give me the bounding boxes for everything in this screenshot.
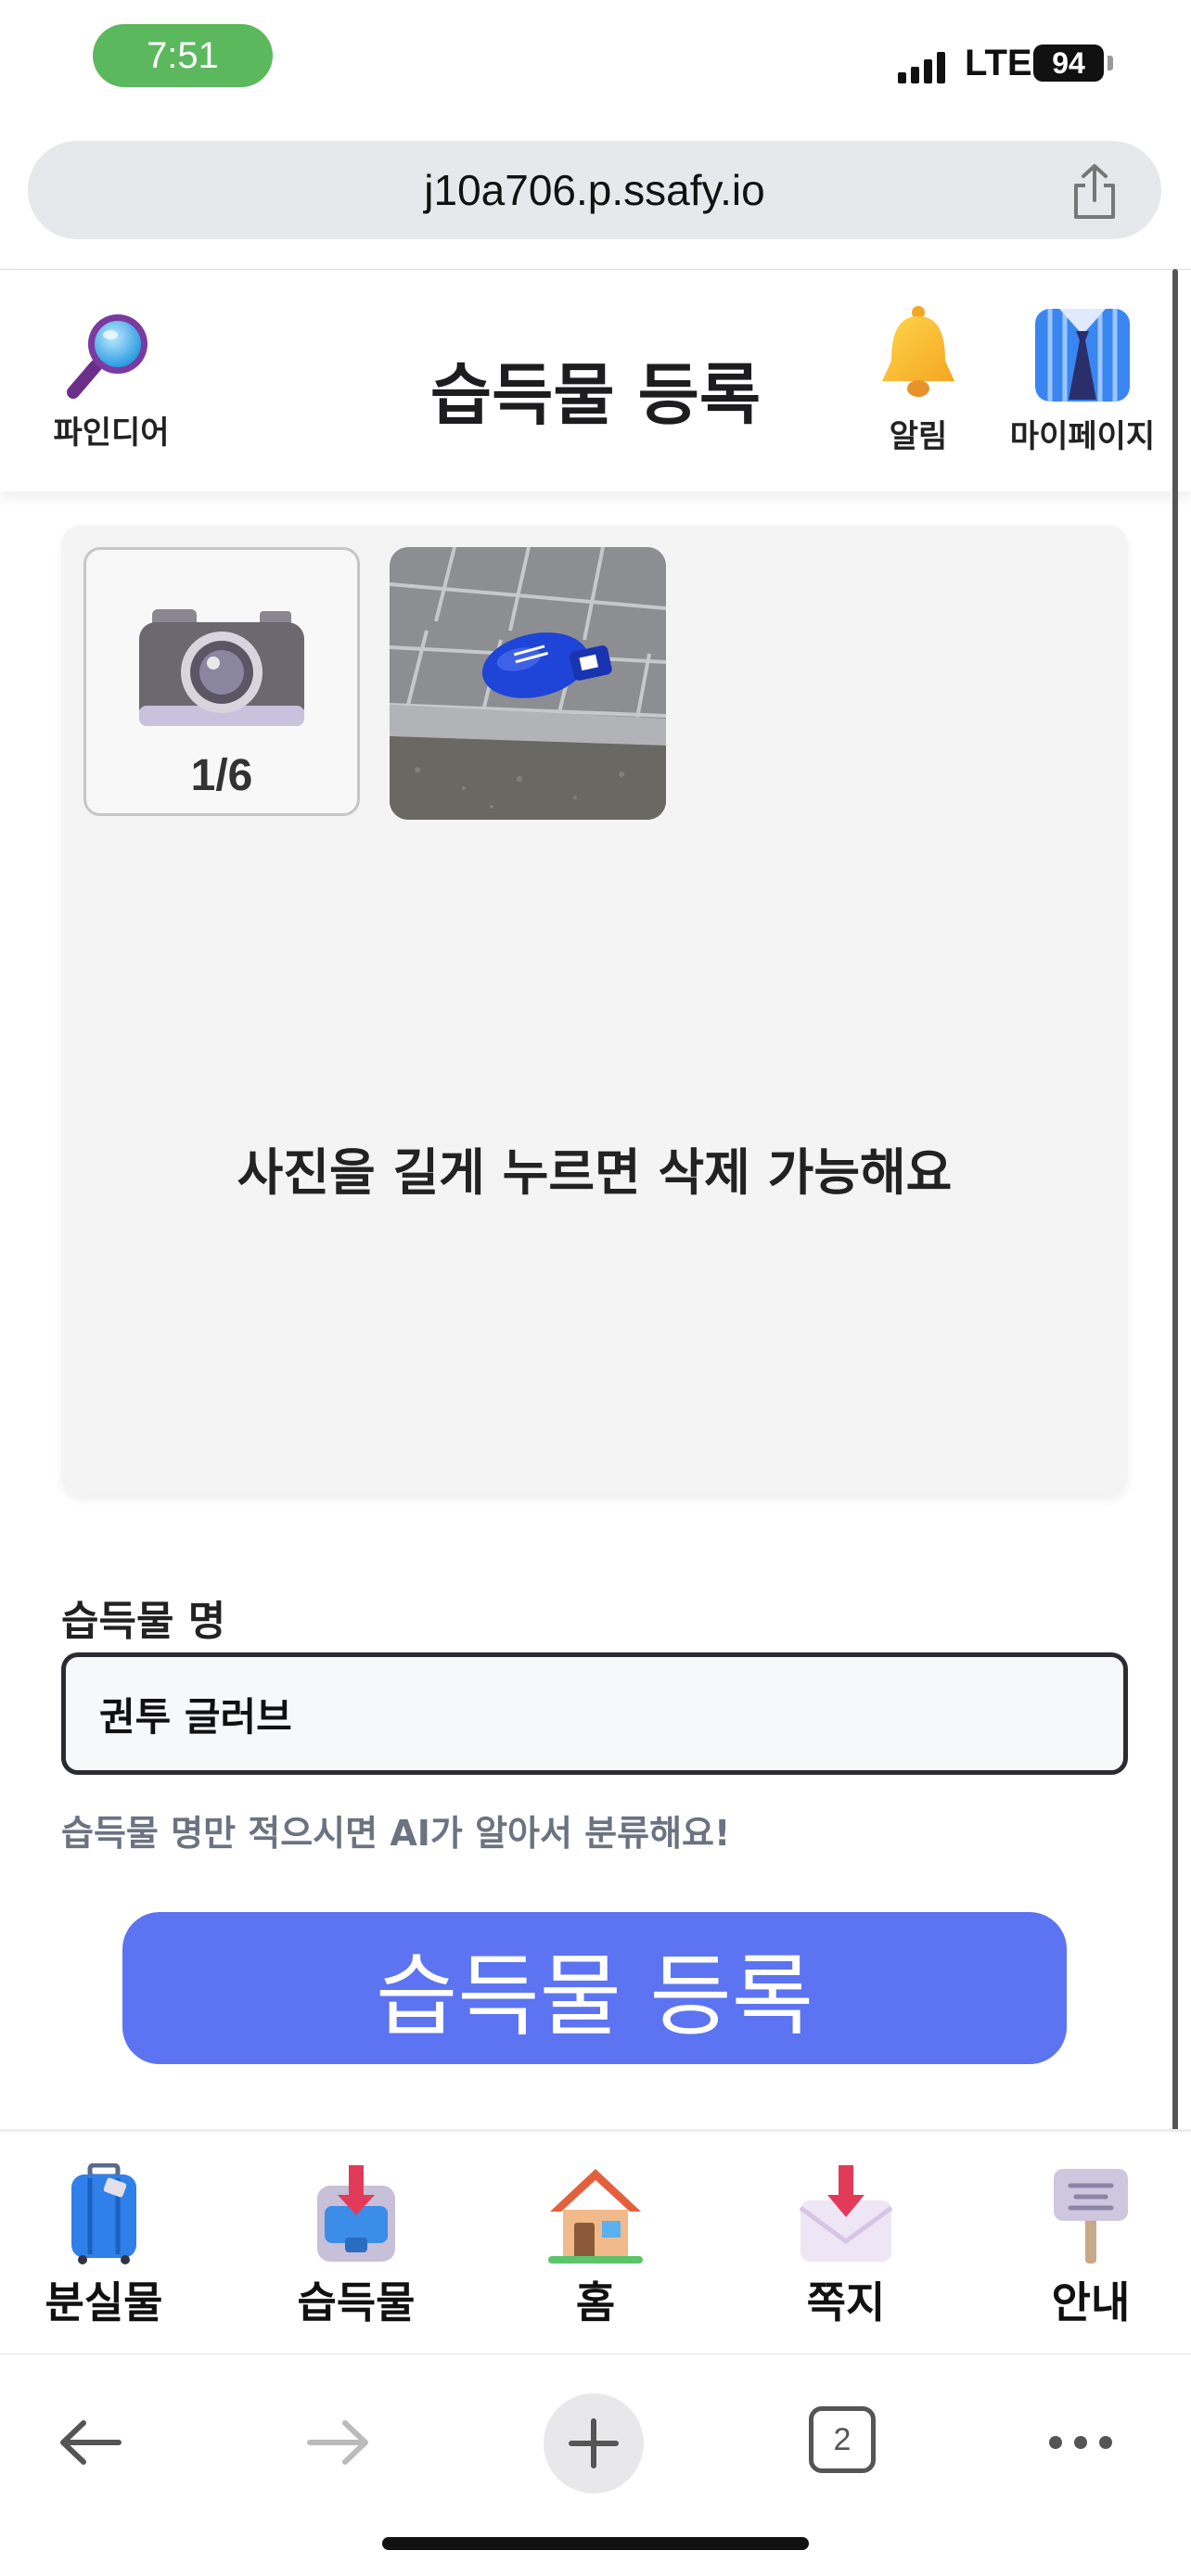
forward-button[interactable] [297, 2401, 380, 2484]
url-text[interactable]: j10a706.p.ssafy.io [28, 141, 1161, 239]
more-button[interactable] [1039, 2410, 1122, 2475]
bell-icon [882, 306, 954, 397]
camera-icon [139, 609, 304, 726]
page-scrollbar[interactable] [1172, 269, 1178, 2188]
item-name-input[interactable] [61, 1652, 1128, 1775]
submit-button[interactable]: 습득물 등록 [122, 1912, 1067, 2064]
address-bar[interactable]: j10a706.p.ssafy.io [28, 141, 1161, 239]
network-label: LTE [965, 43, 1032, 83]
mypage-label: 마이페이지 [1009, 418, 1156, 455]
bottom-nav: 분실물 습득물 홈 쪽지 안내 [0, 2129, 1191, 2353]
nav-item-found[interactable]: 습득물 [263, 2163, 449, 2330]
inbox-tray-icon [317, 2165, 395, 2262]
back-button[interactable] [48, 2401, 132, 2484]
nav-item-message[interactable]: 쪽지 [753, 2163, 939, 2330]
status-time: 7:51 [93, 24, 273, 87]
nav-item-guide[interactable]: 안내 [998, 2163, 1184, 2330]
alarm-button[interactable]: 알림 [853, 303, 983, 456]
nav-label-guide: 안내 [1051, 2277, 1131, 2327]
luggage-icon [71, 2163, 136, 2264]
signal-icon [898, 48, 945, 83]
tabs-button[interactable]: 2 [809, 2406, 876, 2473]
arrow-left-icon [60, 2420, 122, 2465]
nav-label-message: 쪽지 [806, 2277, 886, 2327]
item-name-label: 습득물 명 [61, 1598, 226, 1645]
nav-item-lost[interactable]: 분실물 [11, 2163, 197, 2330]
photo-panel: 1/6 사진을 길게 누르면 삭제 가능해요 [61, 525, 1128, 1495]
nav-label-home: 홈 [575, 2277, 616, 2327]
plus-icon [569, 2418, 619, 2468]
photo-counter: 1/6 [190, 751, 253, 800]
add-photo-button[interactable]: 1/6 [83, 547, 360, 816]
signboard-icon [1054, 2169, 1128, 2264]
app-header: 파인디어 습득물 등록 알림 마이페이지 [0, 269, 1191, 491]
arrow-right-icon [307, 2420, 368, 2465]
delete-hint: 사진을 길게 누르면 삭제 가능해요 [237, 1143, 953, 1202]
envelope-icon [799, 2165, 893, 2262]
mypage-button[interactable]: 마이페이지 [994, 303, 1171, 456]
status-bar: 7:51 LTE 94 [0, 0, 1191, 130]
house-icon [548, 2169, 643, 2264]
new-tab-button[interactable] [544, 2393, 644, 2493]
shirt-tie-icon [1035, 309, 1130, 402]
boxing-glove-photo [390, 547, 666, 820]
home-indicator[interactable] [382, 2537, 809, 2550]
nav-label-found: 습득물 [297, 2277, 416, 2327]
nav-label-lost: 분실물 [45, 2277, 163, 2327]
battery-icon: 94 [1033, 45, 1104, 82]
more-dots-icon [1049, 2436, 1112, 2449]
alarm-label: 알림 [889, 418, 948, 455]
nav-item-home[interactable]: 홈 [503, 2163, 688, 2330]
battery-nub [1108, 56, 1113, 70]
helper-text: 습득물 명만 적으시면 AI가 알아서 분류해요! [61, 1813, 731, 1854]
uploaded-photo[interactable] [390, 547, 666, 820]
share-icon[interactable] [1069, 163, 1121, 221]
